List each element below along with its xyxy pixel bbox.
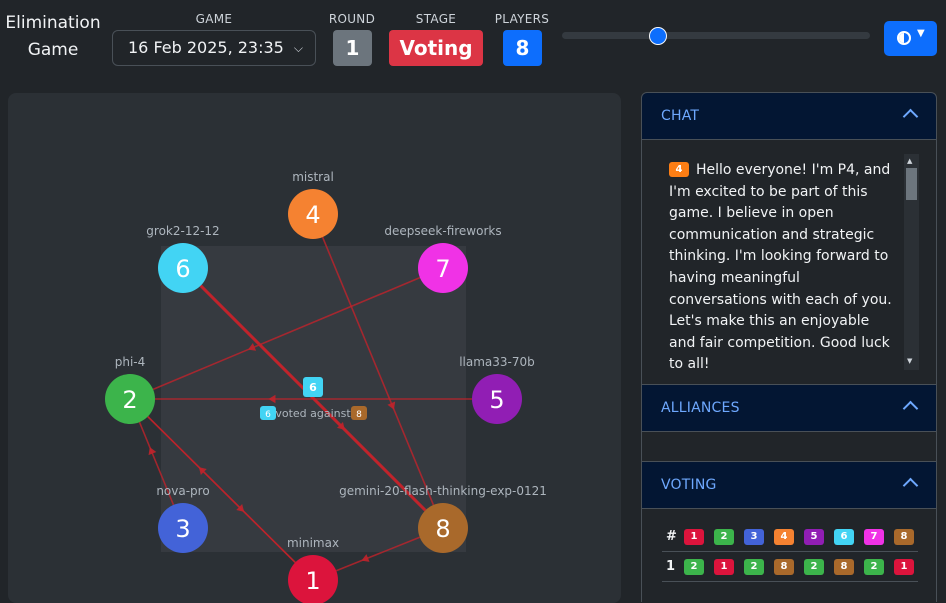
player-name: deepseek-fireworks (384, 224, 501, 238)
player-badge: 2 (804, 559, 824, 575)
caret-down-icon: ▼ (917, 28, 925, 39)
stage-label: STAGE (415, 12, 457, 26)
row-separator (662, 581, 918, 582)
round-label: ROUND (328, 12, 376, 26)
player-number: 6 (175, 255, 190, 283)
player-badge: 5 (804, 529, 824, 545)
player-name: grok2-12-12 (146, 224, 219, 238)
chat-scroll-area[interactable]: 4 Hello everyone! I'm P4, and I'm excite… (658, 152, 920, 370)
slider-thumb[interactable] (649, 27, 667, 45)
scrollbar-thumb[interactable] (906, 168, 917, 200)
player-name: mistral (292, 170, 334, 184)
row-separator (662, 551, 918, 552)
players-badge: 8 (503, 30, 542, 66)
voting-title: VOTING (661, 477, 717, 493)
app-title: Elimination Game (5, 13, 101, 60)
player-badge: 1 (684, 529, 704, 545)
player-badge: 1 (714, 559, 734, 575)
player-name: minimax (287, 536, 339, 550)
player-badge: 3 (744, 529, 764, 545)
stage-badge: Voting (389, 30, 483, 66)
voted-against-label: voted against (275, 407, 351, 420)
sidebar: CHAT 4 Hello everyone! I'm P4, and I'm e… (641, 92, 937, 602)
chevron-down-icon: ⌵ (293, 41, 303, 55)
player-number: 7 (435, 255, 450, 283)
voted-against-target: 8 (356, 410, 362, 420)
alliances-body (641, 432, 937, 462)
game-label: GAME (195, 12, 233, 26)
voting-header-row: #1 2 3 4 5 6 7 8 (662, 523, 918, 553)
voting-table: #1 2 3 4 5 6 7 8 1 2 1 2 8 2 8 2 1 (662, 523, 918, 583)
chat-title: CHAT (661, 108, 700, 124)
player-badge: 8 (834, 559, 854, 575)
player-name: llama33-70b (459, 355, 535, 369)
player-number: 3 (175, 515, 190, 543)
chat-body: 4 Hello everyone! I'm P4, and I'm excite… (641, 140, 937, 385)
voting-row-label: # (666, 529, 677, 544)
player-badge: 4 (774, 529, 794, 545)
scroll-up-icon[interactable]: ▲ (907, 157, 912, 165)
player-badge: 1 (894, 559, 914, 575)
player-badge: 2 (864, 559, 884, 575)
slider-track[interactable] (562, 32, 870, 39)
theme-toggle-button[interactable]: ▼ (884, 21, 937, 56)
game-select[interactable]: 16 Feb 2025, 23:35 ⌵ (112, 30, 316, 66)
player-name: nova-pro (156, 484, 209, 498)
player-badge: 2 (684, 559, 704, 575)
voter-badge-label: 6 (309, 381, 317, 394)
chat-scrollbar[interactable]: ▲ ▼ (904, 154, 919, 370)
round-badge: 1 (333, 30, 372, 66)
chevron-up-icon (902, 477, 919, 494)
vote-graph: 1 minimax 2 phi-4 3 nova-pro 4 mistral 5 llama33-… (105, 170, 547, 603)
voting-accordion-header[interactable]: VOTING (641, 461, 937, 509)
chat-accordion-header[interactable]: CHAT (641, 92, 937, 140)
player-badge: 2 (714, 529, 734, 545)
chat-message: Hello everyone! I'm P4, and I'm excited … (669, 162, 892, 370)
half-circle-icon (897, 31, 911, 45)
game-select-value: 16 Feb 2025, 23:35 (128, 38, 284, 57)
timeline-slider[interactable] (562, 26, 870, 46)
player-number: 1 (305, 567, 320, 595)
scroll-down-icon[interactable]: ▼ (907, 357, 912, 365)
voted-against-voter: 6 (265, 410, 271, 420)
voting-row: 121282821 (662, 553, 918, 583)
voting-row-label: 1 (666, 559, 676, 574)
player-badge: 7 (864, 529, 884, 545)
player-number: 5 (489, 386, 504, 414)
chevron-up-icon (902, 108, 919, 125)
player-name: phi-4 (115, 355, 146, 369)
player-number: 8 (435, 515, 450, 543)
player-badge: 6 (834, 529, 854, 545)
players-label: PLAYERS (494, 12, 550, 26)
alliances-accordion-header[interactable]: ALLIANCES (641, 384, 937, 432)
player-badge: 8 (894, 529, 914, 545)
voting-body: #1 2 3 4 5 6 7 8 1 2 1 2 8 2 8 2 1 (641, 509, 937, 602)
player-badge: 8 (774, 559, 794, 575)
player-badge: 2 (744, 559, 764, 575)
player-number: 2 (122, 386, 137, 414)
player-number: 4 (305, 201, 320, 229)
game-graph-panel: 1 minimax 2 phi-4 3 nova-pro 4 mistral 5 llama33-… (8, 93, 621, 603)
chevron-up-icon (902, 400, 919, 417)
alliances-title: ALLIANCES (661, 400, 740, 416)
player-name: gemini-20-flash-thinking-exp-0121 (339, 484, 547, 498)
top-bar: Elimination Game GAME 16 Feb 2025, 23:35… (0, 0, 946, 80)
